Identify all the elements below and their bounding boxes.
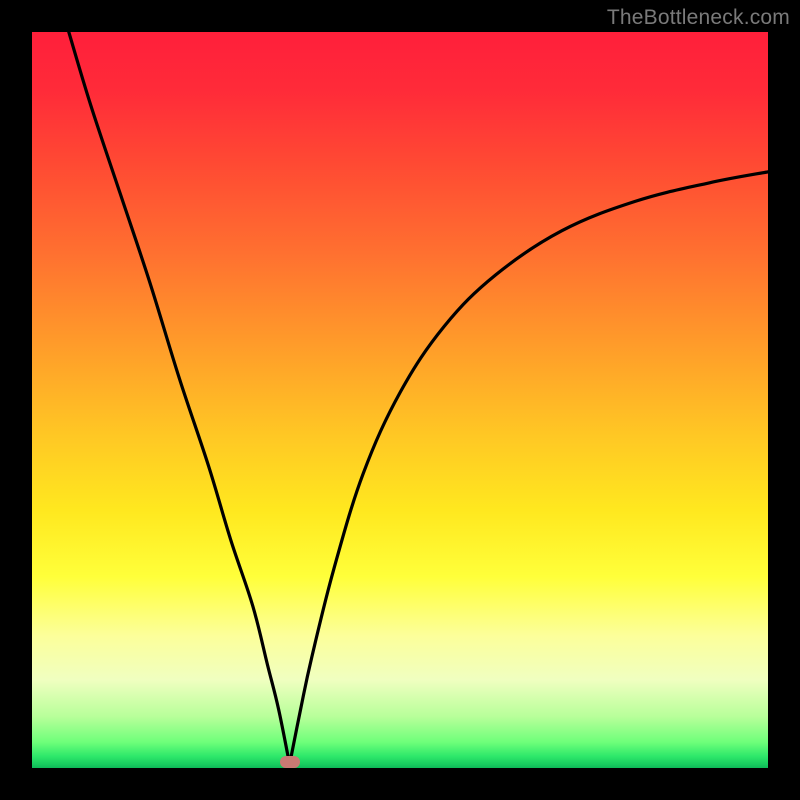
chart-area bbox=[32, 32, 768, 768]
chart-frame: TheBottleneck.com bbox=[0, 0, 800, 800]
watermark-text: TheBottleneck.com bbox=[607, 6, 790, 30]
optimum-marker bbox=[280, 756, 300, 768]
bottleneck-curve bbox=[32, 32, 768, 768]
